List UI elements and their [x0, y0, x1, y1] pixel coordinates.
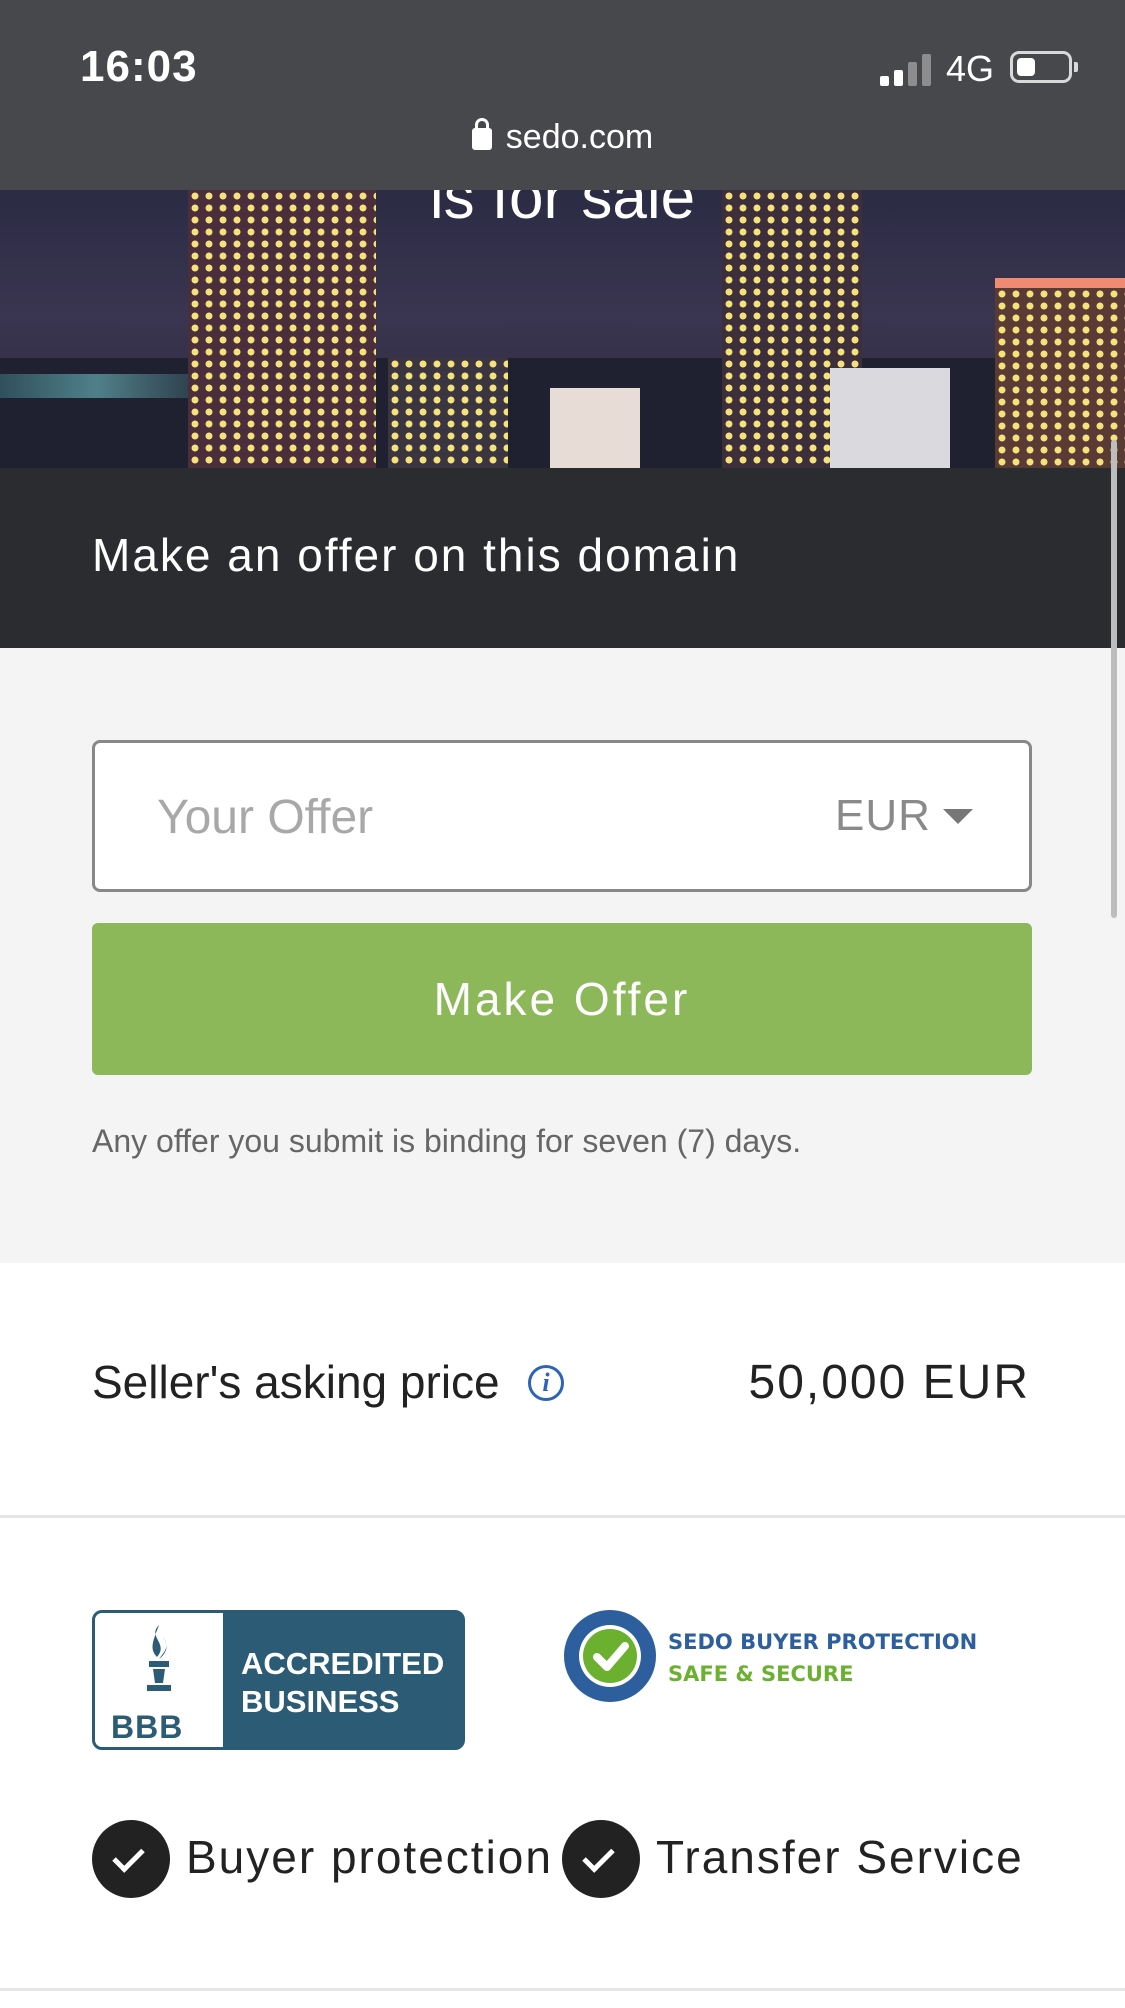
signal-icon [880, 52, 932, 86]
offer-heading: Make an offer on this domain [92, 529, 741, 581]
hero-title: is for sale [429, 190, 696, 232]
seal-line1: SEDO BUYER PROTECTION [668, 1630, 978, 1654]
asking-price-row: Seller's asking price i 50,000 EUR [0, 1263, 1125, 1518]
bbb-line2: BUSINESS [241, 1684, 400, 1719]
url-text: sedo.com [505, 118, 654, 156]
bbb-line1: ACCREDITED [241, 1646, 445, 1681]
binding-note: Any offer you submit is binding for seve… [92, 1123, 802, 1159]
status-bar: 16:03 4G sedo.com [0, 0, 1125, 190]
seal-line2: SAFE & SECURE [668, 1662, 854, 1686]
bbb-torch-icon [147, 1625, 171, 1691]
network-label: 4G [946, 48, 995, 89]
hero-banner: is for sale [0, 190, 1125, 468]
asking-price-label: Seller's asking price [92, 1356, 500, 1408]
bbb-logo-text: BBB [111, 1709, 184, 1745]
make-offer-button[interactable]: Make Offer [92, 923, 1032, 1075]
offer-heading-bar: Make an offer on this domain [0, 468, 1125, 648]
offer-form: EUR Make Offer Any offer you submit is b… [0, 648, 1125, 1263]
currency-select[interactable]: EUR [835, 791, 931, 841]
status-time: 16:03 [80, 42, 198, 91]
offer-field[interactable]: EUR [92, 740, 1032, 892]
feature-label: Transfer Service [656, 1831, 1024, 1883]
bbb-accredited-badge[interactable]: BBB ACCREDITED BUSINESS [92, 1610, 465, 1750]
buyer-protection-seal-icon [564, 1610, 656, 1702]
trust-section: BBB ACCREDITED BUSINESS SEDO BUYER PROTE… [0, 1518, 1125, 1988]
section-divider [0, 1988, 1125, 1991]
feature-label: Buyer protection [186, 1831, 553, 1883]
check-icon [92, 1820, 170, 1898]
caret-down-icon[interactable] [943, 809, 973, 824]
lock-icon [471, 118, 492, 150]
offer-input[interactable] [155, 773, 759, 861]
url-bar[interactable]: sedo.com [0, 118, 1125, 157]
check-icon [562, 1820, 640, 1898]
battery-icon [1010, 51, 1078, 83]
asking-price-value: 50,000 EUR [748, 1356, 1030, 1409]
info-icon[interactable]: i [528, 1365, 564, 1401]
scrollbar[interactable] [1111, 440, 1117, 918]
